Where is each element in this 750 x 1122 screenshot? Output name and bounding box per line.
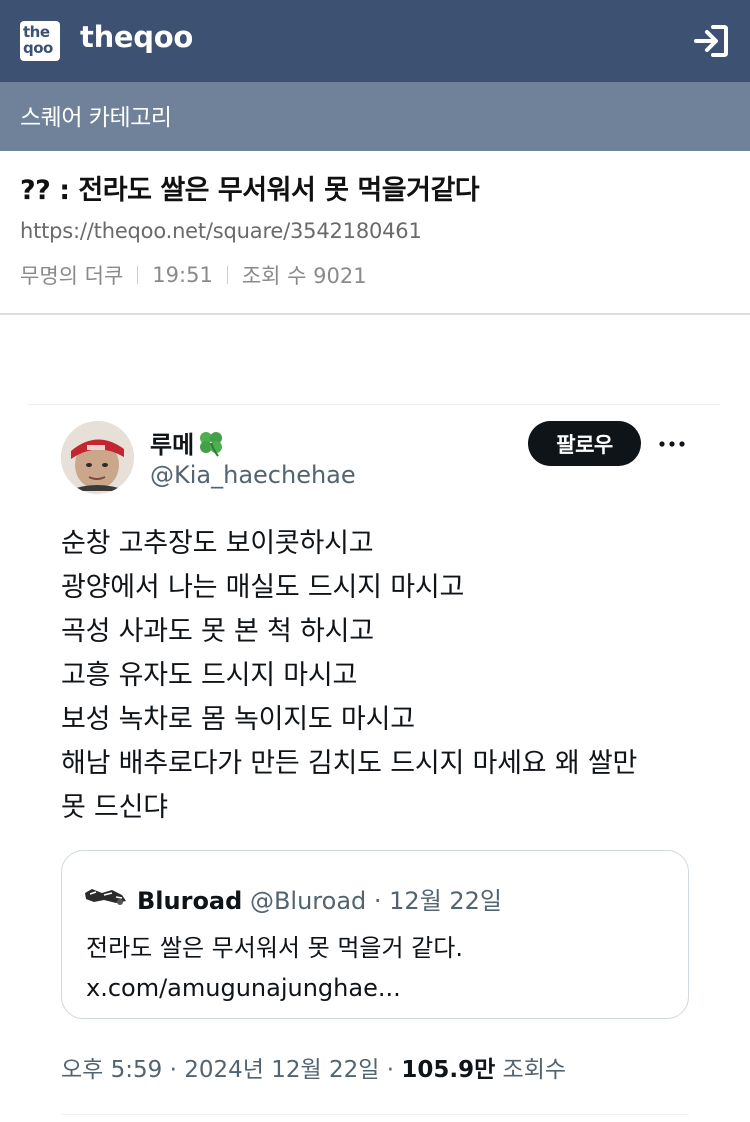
quoted-tweet-body: 전라도 쌀은 무서워서 못 먹을거 같다. bbox=[86, 934, 463, 962]
site-brand[interactable]: theqoo bbox=[80, 20, 193, 54]
tweet-views-count: 105.9만 bbox=[401, 1057, 496, 1083]
top-navbar: the qoo theqoo bbox=[0, 0, 750, 82]
quoted-tweet-header: Bluroad @Bluroad · 12월 22일 bbox=[137, 881, 502, 916]
follow-button[interactable]: 팔로우 bbox=[528, 421, 641, 466]
post-views: 조회 수 9021 bbox=[241, 264, 367, 288]
quoted-tweet-text: 전라도 쌀은 무서워서 못 먹을거 같다. x.com/amugunajungh… bbox=[86, 928, 463, 1008]
tweet-display-name[interactable]: 루메 bbox=[150, 425, 226, 460]
tweet-line: 못 드신댜 bbox=[61, 792, 168, 823]
quoted-author-handle-date: @Bluroad · 12월 22일 bbox=[249, 887, 503, 915]
tweet-line: 순창 고추장도 보이콧하시고 bbox=[61, 528, 374, 559]
tweet-line: 광양에서 나는 매실도 드시지 마시고 bbox=[61, 572, 465, 603]
login-arrow-icon[interactable] bbox=[693, 24, 729, 58]
bluroad-avatar-icon bbox=[85, 889, 126, 905]
more-dots-icon[interactable] bbox=[656, 434, 688, 454]
quoted-author-name: Bluroad bbox=[137, 887, 243, 915]
display-name-text: 루메 bbox=[150, 431, 195, 459]
category-bar[interactable]: 스퀘어 카테고리 bbox=[0, 82, 750, 151]
tweet-line: 곡성 사과도 못 본 척 하시고 bbox=[61, 616, 374, 647]
logo-line-1: the bbox=[23, 23, 50, 41]
tweet-footer-divider bbox=[61, 1114, 689, 1115]
post-title: ?? : 전라도 쌀은 무서워서 못 먹을거같다 bbox=[20, 175, 480, 206]
tweet-footer: 오후 5:59 · 2024년 12월 22일 · 105.9만 조회수 bbox=[61, 1050, 566, 1084]
tweet-line: 해남 배추로다가 만든 김치도 드시지 마세요 왜 쌀만 bbox=[61, 748, 638, 779]
logo-line-2: qoo bbox=[23, 39, 53, 57]
meta-separator bbox=[137, 266, 139, 284]
post-url[interactable]: https://theqoo.net/square/3542180461 bbox=[20, 219, 422, 243]
post-meta: 무명의 더쿠 19:51 조회 수 9021 bbox=[20, 260, 367, 290]
quoted-tweet-card[interactable]: Bluroad @Bluroad · 12월 22일 전라도 쌀은 무서워서 못… bbox=[61, 850, 689, 1019]
category-label: 스퀘어 카테고리 bbox=[20, 105, 172, 131]
tweet-views-label: 조회수 bbox=[495, 1057, 567, 1083]
tweet-handle[interactable]: @Kia_haechehae bbox=[150, 461, 356, 489]
tweet-line: 보성 녹차로 몸 녹이지도 마시고 bbox=[61, 704, 415, 735]
theqoo-logo-icon[interactable]: the qoo bbox=[20, 21, 60, 61]
four-leaf-clover-icon bbox=[200, 431, 223, 457]
tweet-line: 고흥 유자도 드시지 마시고 bbox=[61, 660, 358, 691]
post-time: 19:51 bbox=[152, 263, 213, 287]
tweet-embed-top-border bbox=[28, 404, 720, 405]
quoted-tweet-link[interactable]: x.com/amugunajunghae... bbox=[86, 968, 463, 1008]
tweet-datetime[interactable]: 오후 5:59 · 2024년 12월 22일 · bbox=[61, 1057, 401, 1083]
meta-separator bbox=[226, 266, 228, 284]
tweet-text: 순창 고추장도 보이콧하시고 광양에서 나는 매실도 드시지 마시고 곡성 사과… bbox=[61, 522, 701, 830]
post-author: 무명의 더쿠 bbox=[20, 264, 124, 288]
tweet-author-avatar[interactable] bbox=[61, 421, 134, 494]
header-divider bbox=[0, 313, 750, 315]
